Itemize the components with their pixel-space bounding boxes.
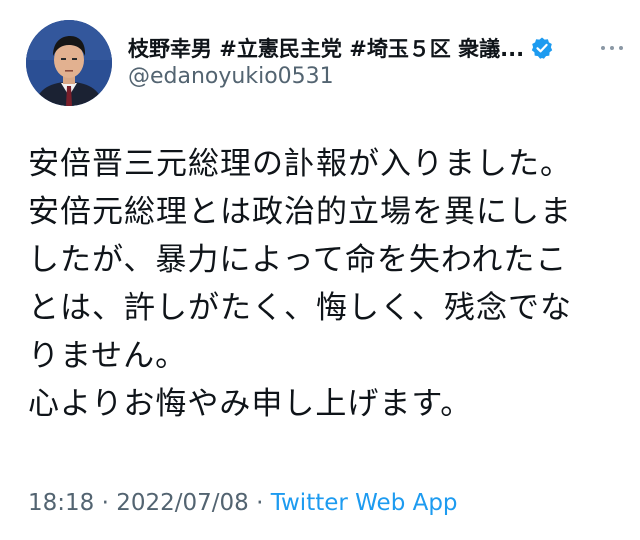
more-options-icon[interactable] [594, 36, 630, 60]
verified-badge-icon [530, 36, 554, 60]
dot [610, 46, 614, 50]
tweet-line: 心よりお悔やみ申し上げます。 [28, 386, 473, 422]
tweet-line: とは、許しがたく、悔しく、残念でな [28, 290, 572, 326]
dot [601, 46, 605, 50]
tweet-time[interactable]: 18:18 [28, 490, 94, 516]
tweet-line: したが、暴力によって命を失われたこ [28, 242, 568, 278]
tweet-text: 安倍晋三元総理の訃報が入りました。 安倍元総理とは政治的立場を異にしま したが、… [28, 140, 628, 428]
tweet-line: りません。 [28, 338, 188, 374]
separator: · [248, 490, 271, 516]
tweet-meta: 18:18 · 2022/07/08 · Twitter Web App [28, 490, 458, 516]
display-name[interactable]: 枝野幸男 #立憲民主党 #埼玉５区 衆議... [128, 33, 524, 63]
separator: · [94, 490, 117, 516]
avatar[interactable] [26, 20, 112, 106]
tweet-source-link[interactable]: Twitter Web App [271, 490, 458, 516]
tweet-line: 安倍元総理とは政治的立場を異にしま [28, 194, 572, 230]
avatar-image [26, 20, 112, 106]
user-handle[interactable]: @edanoyukio0531 [128, 64, 334, 89]
tweet-date[interactable]: 2022/07/08 [116, 490, 249, 516]
tweet-line: 安倍晋三元総理の訃報が入りました。 [28, 146, 572, 182]
tweet-card: 枝野幸男 #立憲民主党 #埼玉５区 衆議... @edanoyukio0531 … [0, 0, 640, 540]
dot [619, 46, 623, 50]
name-row: 枝野幸男 #立憲民主党 #埼玉５区 衆議... [128, 32, 554, 64]
